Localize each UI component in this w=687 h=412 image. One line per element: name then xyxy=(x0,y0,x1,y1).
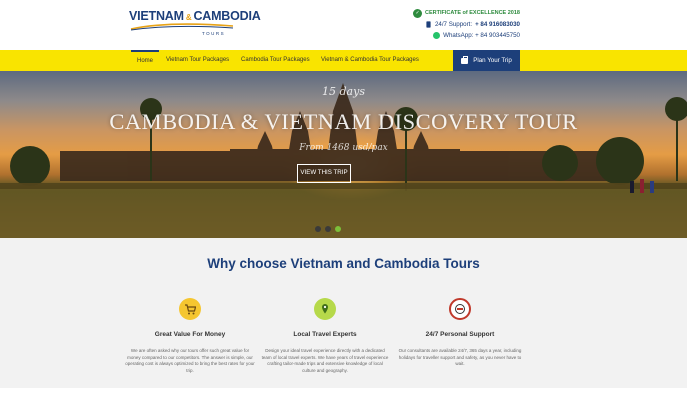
whatsapp-link[interactable]: WhatsApp: + 84 903445750 xyxy=(443,30,520,41)
slider-dots xyxy=(315,226,341,232)
hero-price: From 1468 usd/pax xyxy=(299,143,388,153)
why-choose-section: Why choose Vietnam and Cambodia Tours Gr… xyxy=(0,238,687,388)
feature-desc: We are often asked why our tours offer s… xyxy=(125,348,255,373)
nav-item-home[interactable]: Home xyxy=(131,50,160,71)
map-pin-icon xyxy=(314,298,336,320)
hero-slider: 15 days CAMBODIA & VIETNAM DISCOVERY TOU… xyxy=(0,71,687,238)
support-phone-link[interactable]: + 84 916083030 xyxy=(475,19,520,30)
certificate-badge-icon: ✓ xyxy=(413,9,423,18)
feature-desc: Design your ideal travel experience dire… xyxy=(261,348,389,373)
slider-dot-3[interactable] xyxy=(335,226,341,232)
main-nav: Home Vietnam Tour Packages Cambodia Tour… xyxy=(0,50,687,71)
logo-tours: TOURS xyxy=(202,31,226,36)
suitcase-icon xyxy=(461,55,469,64)
plan-your-trip-label: Plan Your Trip xyxy=(473,57,512,64)
slider-dot-1[interactable] xyxy=(315,226,321,232)
feature-title: Great Value For Money xyxy=(154,331,226,338)
nav-item-cambodia-tour-packages[interactable]: Cambodia Tour Packages xyxy=(241,50,310,71)
plan-your-trip-button[interactable]: Plan Your Trip xyxy=(453,50,520,71)
feature-experts: Local Travel Experts Design your ideal t… xyxy=(250,298,400,374)
logo-vietnam: VIETNAM xyxy=(129,9,184,23)
site-logo[interactable]: VIETNAM & CAMBODIA TOURS xyxy=(129,9,261,45)
whatsapp-icon xyxy=(433,32,441,39)
feature-title: Local Travel Experts xyxy=(293,331,357,338)
contact-block: ✓ CERTIFICATE of EXCELLENCE 2018 24/7 Su… xyxy=(410,8,520,41)
feature-value: Great Value For Money We are often asked… xyxy=(115,298,265,374)
view-this-trip-button[interactable]: VIEW THIS TRIP xyxy=(297,164,351,183)
page-bottom-strip xyxy=(0,388,687,412)
support-label: 24/7 Support: xyxy=(434,21,473,28)
cart-icon xyxy=(179,298,201,320)
feature-desc: Our consultants are available 24/7, 365 … xyxy=(398,348,522,366)
support-24-7-icon xyxy=(449,298,471,320)
certificate-text: CERTIFICATE of EXCELLENCE 2018 xyxy=(425,10,520,16)
hero-title: CAMBODIA & VIETNAM DISCOVERY TOUR xyxy=(109,109,578,134)
nav-item-vietnam-cambodia-tour-packages[interactable]: Vietnam & Cambodia Tour Packages xyxy=(321,50,419,71)
logo-cambodia: CAMBODIA xyxy=(193,9,261,23)
logo-ampersand: & xyxy=(185,13,192,22)
hero-days: 15 days xyxy=(322,85,365,98)
slider-dot-2[interactable] xyxy=(325,226,331,232)
header: VIETNAM & CAMBODIA TOURS ✓ CERTIFICATE of … xyxy=(0,0,687,50)
phone-icon xyxy=(426,21,431,28)
feature-support: 24/7 Personal Support Our consultants ar… xyxy=(385,298,535,368)
feature-title: 24/7 Personal Support xyxy=(425,331,495,338)
why-title: Why choose Vietnam and Cambodia Tours xyxy=(207,256,480,271)
nav-item-vietnam-tour-packages[interactable]: Vietnam Tour Packages xyxy=(166,50,229,71)
